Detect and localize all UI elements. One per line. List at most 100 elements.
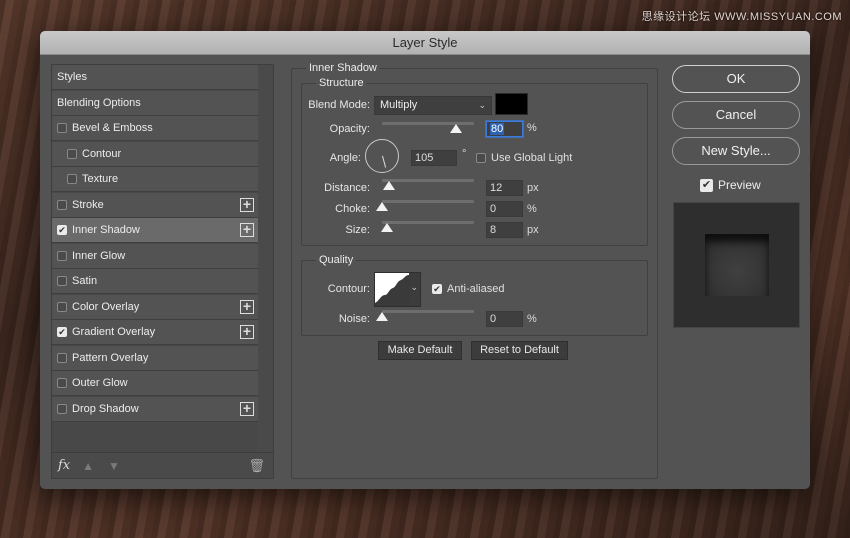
distance-slider-thumb[interactable] <box>383 181 396 190</box>
angle-label: Angle: <box>329 152 361 164</box>
size-input[interactable]: 8 <box>486 222 523 238</box>
add-effect-icon[interactable]: + <box>240 324 254 339</box>
cancel-button[interactable]: Cancel <box>672 101 800 129</box>
size-slider-thumb[interactable] <box>380 223 393 232</box>
style-list-item-label: Bevel & Emboss <box>72 122 153 134</box>
angle-needle <box>382 155 387 168</box>
checkbox-icon: ✔ <box>432 283 442 294</box>
anti-aliased-label: Anti-aliased <box>447 283 505 295</box>
style-list-item-label: Texture <box>82 173 119 185</box>
choke-track[interactable] <box>382 200 474 203</box>
blend-mode-label: Blend Mode: <box>308 99 370 111</box>
distance-unit: px <box>527 182 539 194</box>
checkbox-icon: ✔ <box>700 178 713 192</box>
style-list-item[interactable]: Blending Options <box>52 90 258 116</box>
noise-track[interactable] <box>382 310 474 313</box>
style-list-item-label: Gradient Overlay <box>72 326 156 338</box>
ok-button[interactable]: OK <box>672 65 800 93</box>
preview-label: Preview <box>718 178 761 192</box>
style-preview <box>673 202 800 328</box>
choke-label: Choke: <box>335 203 370 215</box>
checkbox-icon[interactable] <box>67 148 77 159</box>
distance-label: Distance: <box>324 182 370 194</box>
angle-dial[interactable] <box>365 139 399 173</box>
inner-shadow-panel: Inner Shadow Structure Blend Mode: Multi… <box>291 62 658 479</box>
checkbox-icon[interactable] <box>57 301 67 312</box>
choke-input[interactable]: 0 <box>486 201 523 217</box>
style-list-item[interactable]: Pattern Overlay <box>52 345 258 371</box>
style-list-item[interactable]: Styles <box>52 65 258 90</box>
use-global-light-label: Use Global Light <box>491 152 573 164</box>
checkbox-icon[interactable] <box>57 250 67 261</box>
add-effect-icon[interactable]: + <box>240 197 254 212</box>
style-list-item-label: Contour <box>82 147 122 160</box>
style-list-footer: fx ▲ ▼ 🗑 <box>52 452 273 478</box>
shadow-color-swatch[interactable] <box>495 93 528 115</box>
checkbox-icon[interactable] <box>57 199 67 210</box>
layer-style-dialog: Layer Style Styles Blending Options Bevel … <box>40 31 810 489</box>
style-list-item-label: Drop Shadow <box>72 402 139 415</box>
fx-icon[interactable]: fx <box>58 458 70 473</box>
style-list-item[interactable]: ✔ Gradient Overlay + <box>52 320 258 345</box>
opacity-label: Opacity: <box>329 123 370 135</box>
opacity-slider-thumb[interactable] <box>449 124 462 133</box>
move-up-icon[interactable]: ▲ <box>82 459 94 473</box>
style-list-item-label: Styles <box>57 71 87 83</box>
style-list-item[interactable]: Drop Shadow + <box>52 396 258 422</box>
style-list-scrollbar[interactable] <box>257 65 273 453</box>
structure-group: Structure Blend Mode: Multiply ⌄ Opacity… <box>301 77 648 246</box>
checkbox-icon <box>476 153 486 163</box>
style-list-item[interactable]: Inner Glow <box>52 243 258 269</box>
add-effect-icon[interactable]: + <box>240 401 254 416</box>
contour-curve-icon <box>375 273 409 306</box>
style-list-item-label: Stroke <box>72 198 104 211</box>
style-list-item[interactable]: Satin <box>52 269 258 294</box>
style-list-item[interactable]: ✔ Inner Shadow + <box>52 218 258 243</box>
distance-input[interactable]: 12 <box>486 180 523 196</box>
reset-to-default-button[interactable]: Reset to Default <box>471 341 568 360</box>
distance-track[interactable] <box>382 179 474 182</box>
structure-title: Structure <box>316 77 367 89</box>
anti-aliased-checkbox[interactable]: ✔ Anti-aliased <box>432 283 504 295</box>
blend-mode-select[interactable]: Multiply ⌄ <box>374 96 492 115</box>
checkbox-icon[interactable] <box>67 174 77 184</box>
watermark: 思缘设计论坛 WWW.MISSYUAN.COM <box>641 11 842 23</box>
checkbox-icon[interactable] <box>57 276 67 286</box>
contour-picker[interactable]: ⌄ <box>374 272 421 307</box>
checkbox-icon[interactable] <box>57 403 67 414</box>
make-default-button[interactable]: Make Default <box>378 341 462 360</box>
checkbox-icon[interactable]: ✔ <box>57 327 67 337</box>
checkbox-icon[interactable]: ✔ <box>57 225 67 235</box>
style-list-item[interactable]: Bevel & Emboss <box>52 116 258 141</box>
style-list-item[interactable]: Contour <box>52 141 258 167</box>
preview-checkbox[interactable]: ✔ Preview <box>700 178 761 192</box>
checkbox-icon[interactable] <box>57 352 67 363</box>
noise-slider-thumb[interactable] <box>376 312 388 321</box>
checkbox-icon[interactable] <box>57 378 67 388</box>
angle-input[interactable]: 105 <box>411 150 457 166</box>
choke-slider-thumb[interactable] <box>376 202 388 211</box>
opacity-unit: % <box>527 122 537 134</box>
add-effect-icon[interactable]: + <box>240 299 254 314</box>
style-list-item-label: Blending Options <box>57 96 141 109</box>
move-down-icon[interactable]: ▼ <box>108 459 120 473</box>
style-list-item-label: Outer Glow <box>72 377 128 389</box>
style-list-item[interactable]: Stroke + <box>52 192 258 218</box>
chevron-down-icon: ⌄ <box>410 282 418 292</box>
style-list-item[interactable]: Texture <box>52 167 258 192</box>
noise-input[interactable]: 0 <box>486 311 523 327</box>
add-effect-icon[interactable]: + <box>240 222 254 237</box>
use-global-light-checkbox[interactable]: Use Global Light <box>476 152 572 164</box>
size-track[interactable] <box>382 221 474 224</box>
noise-label: Noise: <box>338 313 370 325</box>
checkbox-icon[interactable] <box>57 123 67 133</box>
preview-swatch <box>705 234 769 296</box>
angle-unit: ° <box>462 148 467 160</box>
blend-mode-value: Multiply <box>380 99 418 111</box>
quality-group: Quality Contour: ⌄ ✔ Anti-aliased Noise:… <box>301 254 648 336</box>
new-style-button[interactable]: New Style... <box>672 137 800 165</box>
trash-icon[interactable]: 🗑 <box>248 458 265 474</box>
opacity-input[interactable]: 80 <box>486 121 523 137</box>
style-list-item[interactable]: Color Overlay + <box>52 294 258 320</box>
style-list-item[interactable]: Outer Glow <box>52 371 258 396</box>
